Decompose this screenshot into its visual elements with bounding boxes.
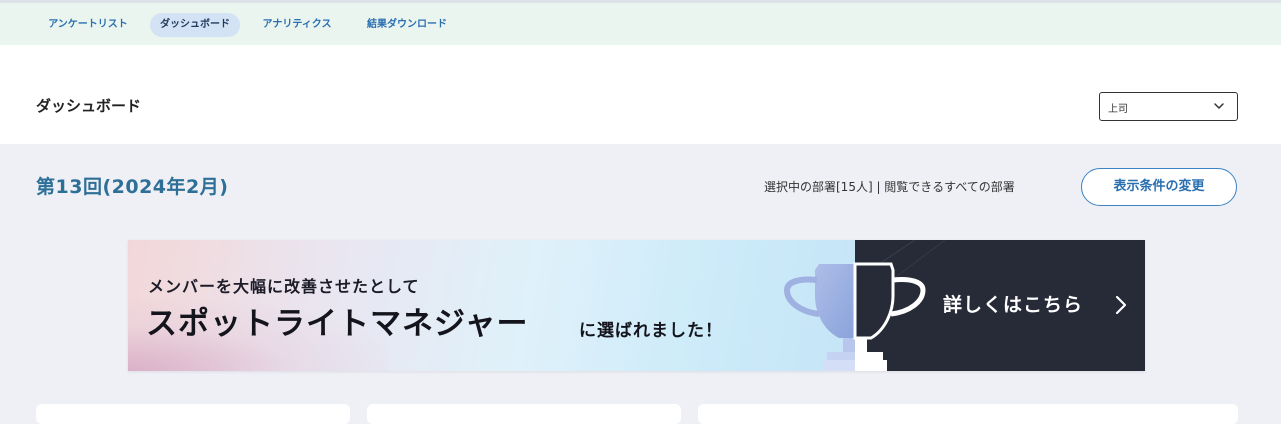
spotlight-manager-banner[interactable]: メンバーを大幅に改善させたとして スポットライトマネジャー に選ばれました！ 詳… — [128, 240, 1145, 371]
department-info: 選択中の部署[15人] | 閲覧できるすべての部署 — [764, 180, 1015, 194]
tab-dashboard[interactable]: ダッシュボード — [150, 13, 240, 37]
page-title: ダッシュボード — [36, 97, 142, 115]
dashboard-card — [698, 404, 1238, 424]
banner-main-title: スポットライトマネジャー — [146, 306, 529, 342]
chevron-down-icon — [1214, 103, 1224, 109]
page-header: ダッシュボード 上司 — [0, 45, 1281, 144]
role-select-value: 上司 — [1108, 104, 1128, 115]
dashboard-card — [36, 404, 350, 424]
tab-results-download[interactable]: 結果ダウンロード — [355, 13, 459, 37]
banner-subtitle: メンバーを大幅に改善させたとして — [148, 277, 420, 296]
tab-analytics[interactable]: アナリティクス — [253, 13, 341, 37]
banner-tail-text: に選ばれました！ — [579, 321, 723, 341]
role-select[interactable]: 上司 — [1099, 92, 1238, 121]
banner-left-panel: メンバーを大幅に改善させたとして スポットライトマネジャー に選ばれました！ — [128, 240, 855, 371]
change-display-conditions-button[interactable]: 表示条件の変更 — [1081, 168, 1237, 206]
tab-survey-list[interactable]: アンケートリスト — [38, 13, 138, 37]
banner-detail-link[interactable]: 詳しくはこちら — [943, 290, 1083, 317]
chevron-right-icon — [1115, 295, 1127, 315]
dashboard-card — [367, 404, 681, 424]
top-nav: アンケートリスト ダッシュボード アナリティクス 結果ダウンロード — [0, 0, 1281, 45]
round-title: 第13回(2024年2月) — [36, 176, 229, 198]
trophy-icon — [783, 262, 926, 371]
